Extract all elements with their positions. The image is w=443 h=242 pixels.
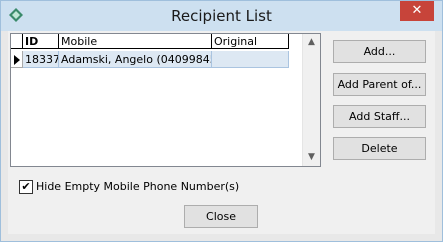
hide-empty-mobile-checkbox[interactable]: ✔ — [19, 180, 33, 194]
hide-empty-mobile-label: Hide Empty Mobile Phone Number(s) — [36, 180, 240, 193]
column-header-original[interactable]: Original — [212, 34, 289, 49]
delete-button[interactable]: Delete — [333, 137, 426, 160]
recipient-list-dialog: Recipient List ✕ ID Mobile Original 1833… — [0, 0, 443, 242]
table-row[interactable]: 18337 Adamski, Angelo (0409984577) — [11, 51, 301, 69]
recipient-grid[interactable]: ID Mobile Original 18337 Adamski, Angelo… — [10, 33, 321, 167]
column-header-mobile[interactable]: Mobile — [59, 34, 212, 49]
column-header-id[interactable]: ID — [23, 34, 59, 49]
cell-mobile[interactable]: Adamski, Angelo (0409984577) — [59, 51, 212, 68]
add-staff-button[interactable]: Add Staff... — [333, 105, 426, 128]
add-parent-button[interactable]: Add Parent of... — [333, 73, 426, 96]
title-bar[interactable]: Recipient List ✕ — [1, 1, 442, 31]
grid-corner — [11, 34, 23, 49]
scroll-down-icon[interactable]: ▼ — [303, 149, 320, 166]
window-title: Recipient List — [171, 7, 272, 25]
vertical-scrollbar[interactable]: ▲ ▼ — [302, 34, 320, 166]
cell-id[interactable]: 18337 — [23, 51, 59, 68]
dialog-client-area: ID Mobile Original 18337 Adamski, Angelo… — [8, 31, 435, 234]
close-button[interactable]: Close — [184, 205, 258, 228]
row-pointer-icon — [11, 51, 23, 68]
grid-header: ID Mobile Original — [11, 34, 301, 50]
cell-original[interactable] — [212, 51, 289, 68]
close-icon[interactable]: ✕ — [400, 1, 434, 21]
add-button[interactable]: Add... — [333, 40, 426, 63]
scroll-up-icon[interactable]: ▲ — [303, 34, 320, 51]
